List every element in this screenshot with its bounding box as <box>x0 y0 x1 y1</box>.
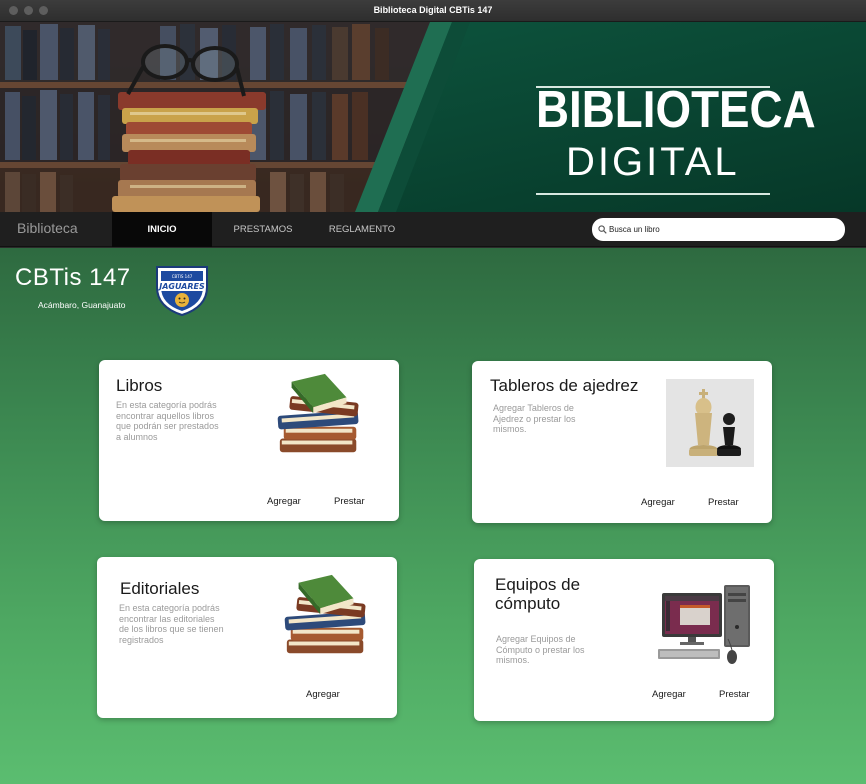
card-description: En esta categoría podrás encontrar aquel… <box>116 400 219 442</box>
agregar-editoriales-button[interactable]: Agregar <box>306 689 340 700</box>
card-title: Editoriales <box>120 579 200 598</box>
banner-title-line1: BIBLIOTECA <box>536 81 816 139</box>
card-equipos-computo: Equipos de cómputo Agregar Equipos de Có… <box>474 559 774 721</box>
prestar-libros-button[interactable]: Prestar <box>334 496 365 507</box>
card-editoriales: Editoriales En esta categoría podrás enc… <box>97 557 397 718</box>
jaguares-logo-icon: JAGUARES CBTIS 147 <box>156 266 208 317</box>
card-title: Tableros de ajedrez <box>490 376 639 395</box>
nav-item-prestamos[interactable]: PRESTAMOS <box>222 212 304 247</box>
window-titlebar: Biblioteca Digital CBTis 147 <box>0 0 866 22</box>
card-title: Equipos de cómputo <box>495 575 581 613</box>
prestar-equipos-button[interactable]: Prestar <box>719 689 750 700</box>
svg-text:CBTIS 147: CBTIS 147 <box>172 274 193 279</box>
banner-rule-bottom <box>536 193 770 195</box>
books-stack-icon <box>277 373 359 453</box>
card-description: Agregar Equipos de Cómputo o prestar los… <box>496 634 585 665</box>
agregar-equipos-button[interactable]: Agregar <box>652 689 686 700</box>
navbar-brand[interactable]: Biblioteca <box>17 220 78 236</box>
search-box <box>592 218 845 241</box>
chess-pieces-icon <box>666 379 754 467</box>
nav-item-inicio[interactable]: INICIO <box>112 212 212 247</box>
school-name: CBTis 147 <box>15 264 131 291</box>
card-description: Agregar Tableros de Ajedrez o prestar lo… <box>493 403 576 434</box>
prestar-tableros-button[interactable]: Prestar <box>708 497 739 508</box>
books-stack-icon <box>284 574 366 654</box>
banner-title-line2: DIGITAL <box>566 140 740 184</box>
card-title: Libros <box>116 376 163 395</box>
search-icon <box>598 225 607 234</box>
window-title: Biblioteca Digital CBTis 147 <box>373 5 493 15</box>
main-content: CBTis 147 Acámbaro, Guanajuato JAGUARES … <box>0 248 866 784</box>
card-libros: Libros En esta categoría podrás encontra… <box>99 360 399 521</box>
main-navbar: Biblioteca INICIO PRESTAMOS REGLAMENTO <box>0 212 866 247</box>
agregar-tableros-button[interactable]: Agregar <box>641 497 675 508</box>
search-input[interactable] <box>609 221 837 238</box>
svg-text:JAGUARES: JAGUARES <box>157 282 205 291</box>
desktop-computer-icon <box>658 585 750 664</box>
agregar-libros-button[interactable]: Agregar <box>267 496 301 507</box>
school-city: Acámbaro, Guanajuato <box>38 300 126 310</box>
nav-item-reglamento[interactable]: REGLAMENTO <box>318 212 406 247</box>
card-tableros-ajedrez: Tableros de ajedrez Agregar Tableros de … <box>472 361 772 523</box>
header-banner: BIBLIOTECA DIGITAL <box>0 22 866 212</box>
card-description: En esta categoría podrás encontrar las e… <box>119 603 224 645</box>
